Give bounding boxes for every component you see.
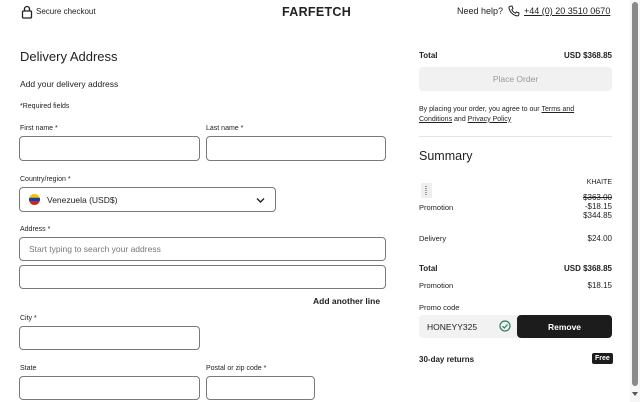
summary-total-label: Total [419,264,438,273]
lock-icon [21,5,33,19]
first-name-label: First name * [20,125,58,132]
item-price: $344.85 [583,211,612,220]
remove-promo-button[interactable]: Remove [517,315,612,338]
secure-checkout-label: Secure checkout [36,7,96,16]
legal-text: By placing your order, you agree to our … [419,105,609,124]
summary-promotion-label: Promotion [419,281,454,290]
venezuela-flag-icon [29,194,40,205]
phone-link[interactable]: +44 (0) 20 3510 0670 [524,6,610,16]
chevron-down-icon [256,198,265,203]
scroll-down-arrow-icon[interactable] [632,392,638,396]
city-input[interactable] [19,326,200,350]
postal-code-label: Postal or zip code * [206,365,267,372]
city-label: City * [20,315,37,322]
delivery-label: Delivery [419,234,447,243]
total-value-top: USD $368.85 [563,51,612,60]
address-search-input[interactable] [19,237,386,261]
promo-code-input[interactable]: HONEYY325 [419,315,517,338]
phone-icon [508,5,520,17]
delivery-value: $24.00 [587,234,612,243]
total-label-top: Total [419,51,438,60]
legal-prefix: By placing your order, you agree to our [419,106,540,113]
original-price: $363.00 [583,193,612,202]
returns-label: 30-day returns [419,355,475,364]
address-line-2-input[interactable] [19,265,386,289]
required-fields-note: *Required fields [20,103,70,110]
state-input[interactable] [19,376,200,400]
summary-total-value: USD $368.85 [563,264,612,273]
promo-code-value: HONEYY325 [427,321,478,332]
add-another-line-button[interactable]: Add another line [313,296,380,306]
need-help-label: Need help? [457,6,504,16]
summary-title: Summary [419,149,473,163]
country-select[interactable]: Venezuela (USD$) [19,187,276,212]
country-label: Country/region * [20,176,71,183]
summary-promotion-value: $18.15 [587,281,612,290]
divider [419,136,612,137]
first-name-input[interactable] [19,136,200,161]
scrollbar-thumb[interactable] [632,2,638,386]
state-label: State [20,365,37,372]
promotion-discount: -$18.15 [584,202,612,211]
privacy-link[interactable]: Privacy Policy [468,116,512,123]
page-title: Delivery Address [20,49,118,64]
form-subtitle: Add your delivery address [20,79,119,89]
product-thumbnail[interactable] [421,183,432,198]
farfetch-logo[interactable]: FARFETCH [282,5,351,19]
free-badge: Free [592,353,613,364]
product-brand: KHAITE [586,179,612,186]
legal-and: and [454,115,466,123]
item-promotion-label: Promotion [419,203,454,212]
last-name-input[interactable] [206,136,386,161]
postal-code-input[interactable] [206,376,315,400]
address-label: Address * [20,226,51,233]
promo-code-label: Promo code [419,303,460,312]
check-circle-icon [499,320,511,332]
last-name-label: Last name * [206,125,244,132]
country-selected-value: Venezuela (USD$) [47,194,118,205]
place-order-button[interactable]: Place Order [419,67,612,91]
